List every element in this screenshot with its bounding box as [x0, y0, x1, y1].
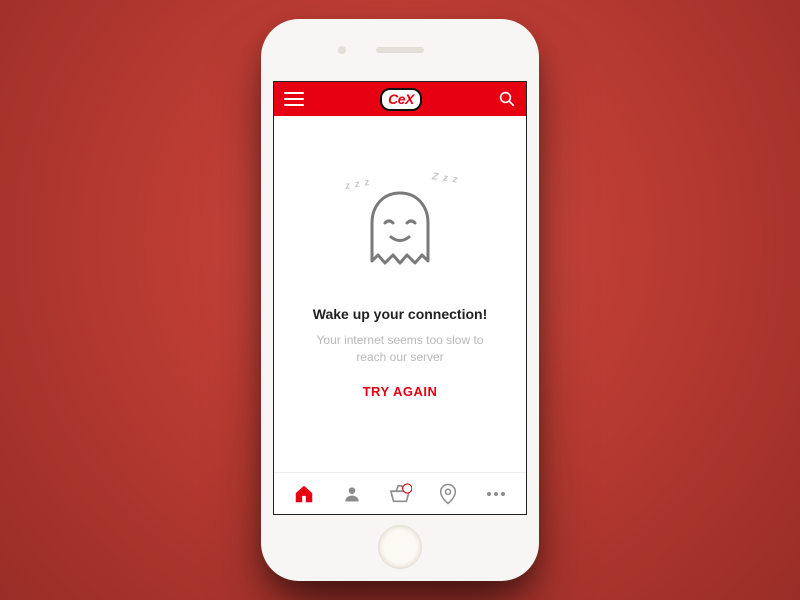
basket-icon: [388, 483, 412, 505]
tab-location[interactable]: [428, 474, 468, 514]
phone-home-button[interactable]: [378, 525, 422, 569]
tab-more[interactable]: [476, 474, 516, 514]
top-bar: CeX: [274, 82, 526, 116]
tab-profile[interactable]: [332, 474, 372, 514]
zz-right-icon: Z z z: [432, 171, 460, 186]
more-icon: [487, 492, 505, 496]
app-screen: CeX z z z Z z z Wake up your connection!…: [273, 81, 527, 515]
error-subtext: Your internet seems too slow to reach ou…: [305, 332, 495, 367]
brand-logo: CeX: [380, 88, 422, 111]
error-content: z z z Z z z Wake up your connection! You…: [274, 116, 526, 472]
ghost-icon: [363, 189, 437, 275]
ghost-illustration: z z z Z z z: [363, 189, 437, 280]
menu-icon[interactable]: [284, 92, 304, 106]
phone-speaker: [376, 47, 424, 53]
try-again-button[interactable]: TRY AGAIN: [363, 384, 438, 399]
search-icon[interactable]: [498, 90, 516, 108]
home-icon: [293, 483, 315, 505]
error-headline: Wake up your connection!: [313, 306, 488, 322]
location-icon: [439, 483, 457, 505]
tab-home[interactable]: [284, 474, 324, 514]
tab-bar: [274, 472, 526, 514]
phone-frame: CeX z z z Z z z Wake up your connection!…: [261, 19, 539, 581]
profile-icon: [342, 484, 362, 504]
phone-camera: [338, 46, 346, 54]
tab-basket[interactable]: [380, 474, 420, 514]
